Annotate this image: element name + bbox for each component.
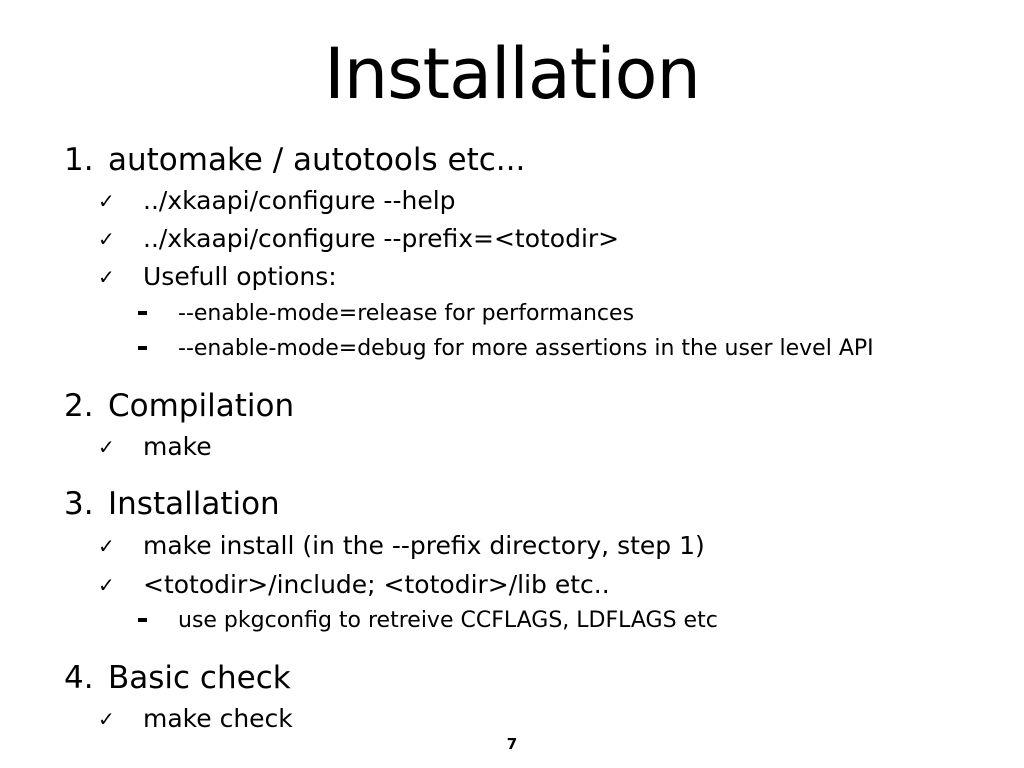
list-item-text: make xyxy=(143,432,212,461)
sub-list-item-text: use pkgconfig to retreive CCFLAGS, LDFLA… xyxy=(178,608,718,633)
checkmark-icon: ✓ xyxy=(98,707,115,731)
list-item-text: make check xyxy=(143,704,293,733)
section-number: 3. xyxy=(64,486,94,522)
list-item-text: ../xkaapi/configure --help xyxy=(143,186,456,215)
list-item-text: <totodir>/include; <totodir>/lib etc.. xyxy=(143,570,610,599)
page-number: 7 xyxy=(506,735,518,753)
list-item-text: ../xkaapi/configure --prefix=<totodir> xyxy=(143,224,620,253)
checkmark-icon: ✓ xyxy=(98,265,115,289)
list-item-text: Usefull options: xyxy=(143,262,337,291)
section-title: Installation xyxy=(108,486,280,522)
dash-bullet-icon xyxy=(138,346,147,350)
section-number: 2. xyxy=(64,388,94,424)
dash-bullet-icon xyxy=(138,311,147,315)
section-number: 4. xyxy=(64,660,94,696)
sub-list-item-text: --enable-mode=release for performances xyxy=(178,301,635,326)
checkmark-icon: ✓ xyxy=(98,227,115,251)
checkmark-icon: ✓ xyxy=(98,189,115,213)
list-item-text: make install (in the --prefix directory,… xyxy=(143,531,705,560)
section-number: 1. xyxy=(64,142,94,178)
slide-title: Installation xyxy=(324,33,701,115)
section-title: Basic check xyxy=(108,660,291,696)
section-title: automake / autotools etc... xyxy=(108,142,526,178)
section-title: Compilation xyxy=(108,388,295,424)
checkmark-icon: ✓ xyxy=(98,534,115,558)
checkmark-icon: ✓ xyxy=(98,573,115,597)
sub-list-item-text: --enable-mode=debug for more assertions … xyxy=(178,336,874,361)
dash-bullet-icon xyxy=(138,618,147,622)
checkmark-icon: ✓ xyxy=(98,435,115,459)
slide: Installation 1. automake / autotools etc… xyxy=(0,0,1024,768)
